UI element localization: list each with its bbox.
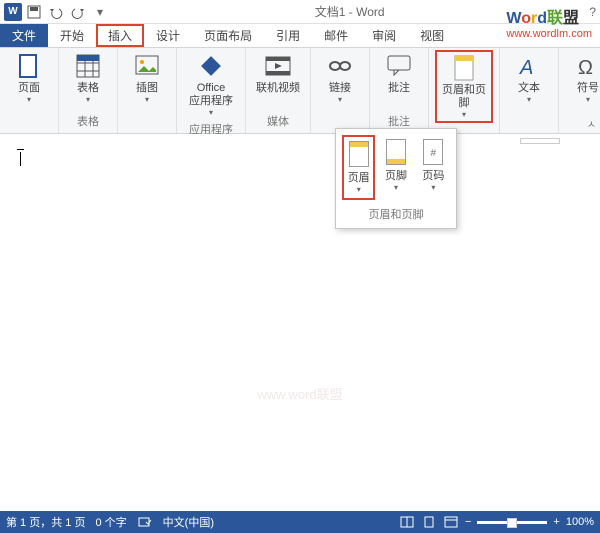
quick-access-toolbar: W ▾ <box>4 2 110 22</box>
footer-option[interactable]: 页脚▾ <box>379 135 412 200</box>
header-option[interactable]: 页眉▾ <box>342 135 375 200</box>
header-footer-button[interactable]: 页眉和页脚▾ <box>435 50 493 123</box>
web-layout-icon[interactable] <box>443 514 459 530</box>
brand-watermark: Word联盟 www.wordlm.com <box>506 4 592 40</box>
page-number-icon: # <box>423 139 443 165</box>
tab-home[interactable]: 开始 <box>48 24 96 47</box>
zoom-level[interactable]: 100% <box>566 516 594 528</box>
video-icon <box>264 52 292 80</box>
page-indicator[interactable]: 第 1 页，共 1 页 <box>6 514 85 530</box>
symbols-button[interactable]: Ω 符号▾ <box>565 50 600 106</box>
group-links: 链接▾ <box>311 48 370 133</box>
group-comments: 批注 批注 <box>370 48 429 133</box>
tab-design[interactable]: 设计 <box>144 24 192 47</box>
ruler-segment <box>520 138 560 144</box>
document-area[interactable]: www.word联盟 <box>0 134 600 497</box>
text-cursor <box>20 152 21 166</box>
office-apps-button[interactable]: Office 应用程序▾ <box>183 50 239 119</box>
qat-customize-icon[interactable]: ▾ <box>90 2 110 22</box>
pages-button[interactable]: 页面▾ <box>6 50 52 106</box>
tab-references[interactable]: 引用 <box>264 24 312 47</box>
zoom-in-button[interactable]: + <box>553 516 559 528</box>
redo-icon[interactable] <box>68 2 88 22</box>
group-text: A 文本▾ <box>500 48 559 133</box>
table-icon <box>74 52 102 80</box>
svg-text:Ω: Ω <box>578 57 593 78</box>
group-apps: Office 应用程序▾ 应用程序 <box>177 48 246 133</box>
group-pages: 页面▾ <box>0 48 59 133</box>
header-footer-icon <box>450 54 478 82</box>
online-video-button[interactable]: 联机视频 <box>252 50 304 97</box>
tab-layout[interactable]: 页面布局 <box>192 24 264 47</box>
tab-insert[interactable]: 插入 <box>96 24 144 47</box>
text-icon: A <box>515 52 543 80</box>
read-mode-icon[interactable] <box>399 514 415 530</box>
zoom-slider[interactable] <box>477 521 547 524</box>
text-button[interactable]: A 文本▾ <box>506 50 552 106</box>
status-bar: 第 1 页，共 1 页 0 个字 中文(中国) − + 100% <box>0 511 600 533</box>
word-app-icon: W <box>4 3 22 21</box>
undo-icon[interactable] <box>46 2 66 22</box>
table-button[interactable]: 表格▾ <box>65 50 111 106</box>
group-media: 联机视频 媒体 <box>246 48 311 133</box>
link-icon <box>326 52 354 80</box>
ribbon: 页面▾ 表格▾ 表格 插图▾ Office 应用程序▾ 应 <box>0 48 600 134</box>
links-button[interactable]: 链接▾ <box>317 50 363 106</box>
spellcheck-icon[interactable] <box>137 514 153 530</box>
footer-page-icon <box>386 139 406 165</box>
comment-button[interactable]: 批注 <box>376 50 422 97</box>
comment-icon <box>385 52 413 80</box>
group-illustrations: 插图▾ <box>118 48 177 133</box>
header-footer-dropdown: 页眉▾ 页脚▾ # 页码▾ 页眉和页脚 <box>335 128 457 229</box>
word-count[interactable]: 0 个字 <box>95 514 126 530</box>
page-number-option[interactable]: # 页码▾ <box>417 135 450 200</box>
zoom-out-button[interactable]: − <box>465 516 471 528</box>
svg-text:A: A <box>519 57 533 78</box>
page-icon <box>15 52 43 80</box>
language-indicator[interactable]: 中文(中国) <box>163 514 214 530</box>
tab-file[interactable]: 文件 <box>0 24 48 47</box>
save-icon[interactable] <box>24 2 44 22</box>
group-tables: 表格▾ 表格 <box>59 48 118 133</box>
collapse-ribbon-icon[interactable]: ㅅ <box>587 116 596 131</box>
apps-icon <box>197 52 225 80</box>
illustrations-button[interactable]: 插图▾ <box>124 50 170 106</box>
header-page-icon <box>349 141 369 167</box>
group-header-footer: 页眉和页脚▾ <box>429 48 500 133</box>
center-watermark: www.word联盟 <box>257 384 342 403</box>
symbol-icon: Ω <box>574 52 600 80</box>
picture-icon <box>133 52 161 80</box>
tab-view[interactable]: 视图 <box>408 24 456 47</box>
print-layout-icon[interactable] <box>421 514 437 530</box>
tab-review[interactable]: 审阅 <box>360 24 408 47</box>
tab-mailings[interactable]: 邮件 <box>312 24 360 47</box>
dropdown-group-label: 页眉和页脚 <box>342 206 450 222</box>
